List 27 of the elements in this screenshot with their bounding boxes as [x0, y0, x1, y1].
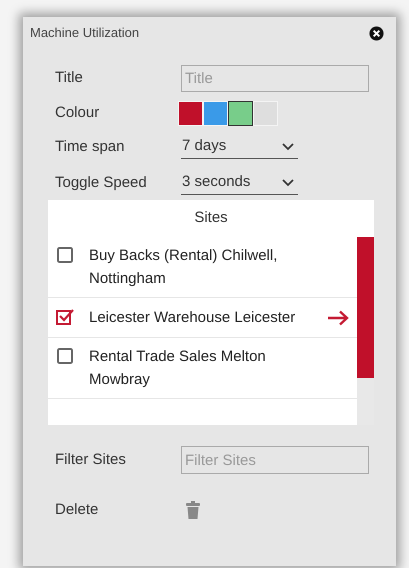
checkbox-icon[interactable] [56, 347, 74, 365]
toggle-speed-select[interactable]: 3 seconds [181, 171, 298, 195]
field-label: Time span [55, 136, 126, 157]
arrow-right-icon [327, 310, 349, 326]
window-title: Machine Utilization [30, 24, 140, 42]
scrollbar[interactable] [357, 237, 374, 425]
field-label: Colour [55, 103, 100, 124]
checkbox-icon[interactable] [56, 246, 74, 264]
filter-field[interactable]: Filter Sites [181, 446, 369, 474]
chevron-down-icon [282, 142, 294, 150]
site-name: Rental Trade Sales Melton Mowbray [89, 347, 267, 390]
site-name: Leicester Warehouse Leicester [89, 308, 296, 328]
field-label: Toggle Speed [55, 172, 148, 193]
time-span-select[interactable]: 7 days [181, 135, 298, 159]
field-label: Title [55, 68, 84, 88]
list-heading: Sites [194, 208, 228, 228]
field-label: Filter Sites [55, 450, 127, 470]
site-item[interactable]: Leicester Warehouse Leicester [48, 298, 357, 338]
trash-icon[interactable] [186, 501, 200, 520]
chevron-down-icon [282, 178, 294, 186]
scrollbar-thumb[interactable] [357, 237, 374, 378]
title-field[interactable]: Title [181, 65, 369, 92]
close-icon[interactable] [369, 26, 384, 40]
site-name: Buy Backs (Rental) Chilwell, Nottingham [89, 246, 278, 289]
field-label: Delete [55, 500, 100, 520]
colour-swatch[interactable] [228, 101, 253, 126]
checkbox-checked-icon[interactable] [56, 308, 74, 326]
